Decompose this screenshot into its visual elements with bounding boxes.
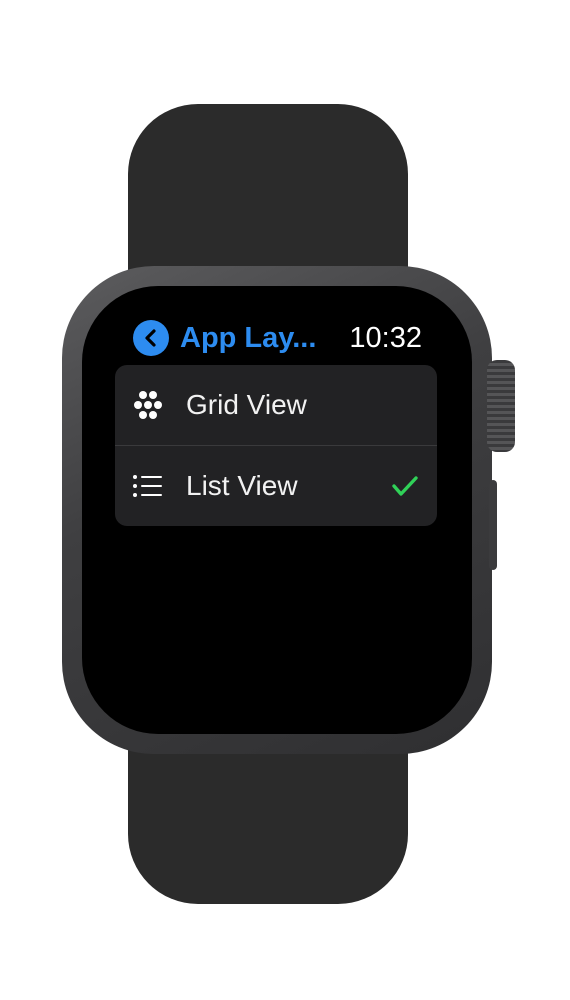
list-icon (133, 475, 162, 497)
side-button[interactable] (489, 480, 497, 570)
checkmark-icon (392, 476, 418, 496)
page-title: App Lay... (180, 322, 317, 354)
layout-options-list: Grid View List View (115, 365, 437, 526)
chevron-left-icon (145, 329, 156, 347)
option-label: Grid View (186, 389, 307, 420)
option-list-view[interactable]: List View (115, 445, 437, 526)
option-label: List View (186, 470, 298, 501)
clock-time: 10:32 (349, 322, 422, 354)
digital-crown[interactable] (487, 360, 515, 452)
back-button[interactable] (133, 320, 169, 356)
grid-dots-icon (134, 391, 162, 419)
option-grid-view[interactable]: Grid View (115, 365, 437, 445)
watch-screen: App Lay... 10:32 Grid View List View (100, 300, 454, 720)
